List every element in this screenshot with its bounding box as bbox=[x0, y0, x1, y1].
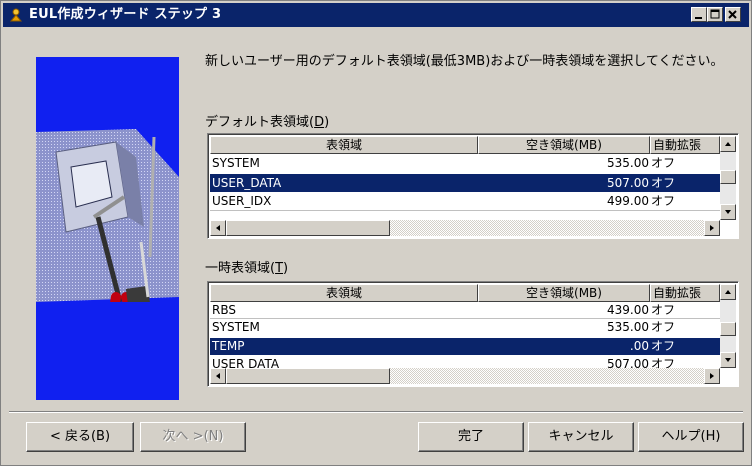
minimize-icon bbox=[695, 17, 702, 19]
help-button[interactable]: ヘルプ(H) bbox=[638, 422, 744, 452]
temp-tablespace-label: 一時表領域(T) bbox=[205, 261, 289, 276]
close-icon bbox=[728, 10, 737, 19]
tools-illustration bbox=[36, 129, 179, 400]
next-button[interactable]: 次へ >(N) bbox=[140, 422, 246, 452]
app-icon bbox=[9, 8, 23, 22]
cell-autoextend: オフ bbox=[651, 156, 676, 170]
row-divider bbox=[210, 210, 720, 211]
arrow-up-icon bbox=[725, 142, 731, 146]
table-row[interactable]: RBS 439.00 オフ bbox=[210, 302, 720, 318]
minimize-button[interactable] bbox=[691, 7, 707, 22]
scroll-thumb[interactable] bbox=[720, 322, 736, 336]
maximize-button[interactable] bbox=[707, 7, 723, 22]
table-row[interactable]: USER_IDX 499.00 オフ bbox=[210, 192, 720, 210]
scroll-left-button[interactable] bbox=[210, 368, 226, 384]
temp-tablespace-grid[interactable]: 表領域 空き領域(MB) 自動拡張 RBS 439.00 オフ SYSTEM 5… bbox=[207, 281, 739, 387]
maximize-icon bbox=[710, 9, 720, 19]
scroll-right-button[interactable] bbox=[704, 368, 720, 384]
cell-tablespace: SYSTEM bbox=[212, 320, 260, 334]
column-header-autoextend[interactable]: 自動拡張 bbox=[650, 136, 720, 154]
cell-free-space: 535.00 bbox=[607, 320, 649, 334]
temp-vertical-scrollbar[interactable] bbox=[720, 284, 736, 368]
arrow-down-icon bbox=[725, 210, 731, 214]
grid-header: 表領域 空き領域(MB) 自動拡張 bbox=[210, 136, 720, 154]
cell-free-space: 507.00 bbox=[607, 176, 649, 190]
table-row[interactable]: SYSTEM 535.00 オフ bbox=[210, 154, 720, 172]
wizard-illustration bbox=[36, 57, 179, 400]
scroll-up-button[interactable] bbox=[720, 136, 736, 152]
cell-autoextend: オフ bbox=[651, 320, 676, 334]
scroll-right-button[interactable] bbox=[704, 220, 720, 236]
arrow-down-icon bbox=[725, 358, 731, 362]
button-separator bbox=[9, 411, 743, 413]
table-row-selected[interactable]: USER_DATA 507.00 オフ bbox=[210, 174, 720, 192]
cell-free-space: .00 bbox=[629, 339, 649, 353]
arrow-right-icon bbox=[710, 373, 714, 379]
cell-tablespace: SYSTEM bbox=[212, 156, 260, 170]
default-horizontal-scrollbar[interactable] bbox=[210, 220, 720, 236]
cell-tablespace: USER_IDX bbox=[212, 194, 272, 208]
finish-button[interactable]: 完了 bbox=[418, 422, 524, 452]
column-header-autoextend[interactable]: 自動拡張 bbox=[650, 284, 720, 302]
scroll-thumb[interactable] bbox=[720, 170, 736, 184]
cell-free-space: 499.00 bbox=[607, 194, 649, 208]
default-vertical-scrollbar[interactable] bbox=[720, 136, 736, 220]
table-row-selected[interactable]: TEMP .00 オフ bbox=[210, 338, 720, 355]
title-bar[interactable]: EUL作成ウィザード ステップ 3 bbox=[3, 3, 749, 27]
cell-autoextend: オフ bbox=[651, 303, 676, 317]
scroll-up-button[interactable] bbox=[720, 284, 736, 300]
window-title: EUL作成ウィザード ステップ 3 bbox=[29, 7, 222, 22]
column-header-free-space[interactable]: 空き領域(MB) bbox=[478, 136, 650, 154]
arrow-left-icon bbox=[216, 225, 220, 231]
cell-autoextend: オフ bbox=[651, 339, 676, 353]
column-header-tablespace[interactable]: 表領域 bbox=[210, 284, 478, 302]
table-row[interactable]: SYSTEM 535.00 オフ bbox=[210, 319, 720, 336]
scroll-left-button[interactable] bbox=[210, 220, 226, 236]
arrow-right-icon bbox=[710, 225, 714, 231]
cell-tablespace: TEMP bbox=[212, 339, 245, 353]
cancel-button[interactable]: キャンセル bbox=[528, 422, 634, 452]
column-header-free-space[interactable]: 空き領域(MB) bbox=[478, 284, 650, 302]
cell-autoextend: オフ bbox=[651, 194, 676, 208]
cell-free-space: 535.00 bbox=[607, 156, 649, 170]
scroll-down-button[interactable] bbox=[720, 352, 736, 368]
instruction-text: 新しいユーザー用のデフォルト表領域(最低3MB)および一時表領域を選択してくださ… bbox=[205, 54, 724, 69]
scroll-down-button[interactable] bbox=[720, 204, 736, 220]
temp-horizontal-scrollbar[interactable] bbox=[210, 368, 720, 384]
arrow-left-icon bbox=[216, 373, 220, 379]
column-header-tablespace[interactable]: 表領域 bbox=[210, 136, 478, 154]
grid-header: 表領域 空き領域(MB) 自動拡張 bbox=[210, 284, 720, 302]
close-button[interactable] bbox=[725, 7, 741, 22]
default-tablespace-grid[interactable]: 表領域 空き領域(MB) 自動拡張 SYSTEM 535.00 オフ USER_… bbox=[207, 133, 739, 239]
scroll-thumb[interactable] bbox=[226, 220, 390, 236]
scroll-thumb[interactable] bbox=[226, 368, 390, 384]
wizard-window: EUL作成ウィザード ステップ 3 新しいユーザー用のデフォルト表領域(最低3M… bbox=[0, 0, 752, 466]
back-button[interactable]: < 戻る(B) bbox=[26, 422, 134, 452]
cell-free-space: 439.00 bbox=[607, 303, 649, 317]
arrow-up-icon bbox=[725, 290, 731, 294]
cell-autoextend: オフ bbox=[651, 176, 676, 190]
default-tablespace-label: デフォルト表領域(D) bbox=[205, 115, 330, 130]
cell-tablespace: RBS bbox=[212, 303, 236, 317]
cell-tablespace: USER_DATA bbox=[212, 176, 282, 190]
